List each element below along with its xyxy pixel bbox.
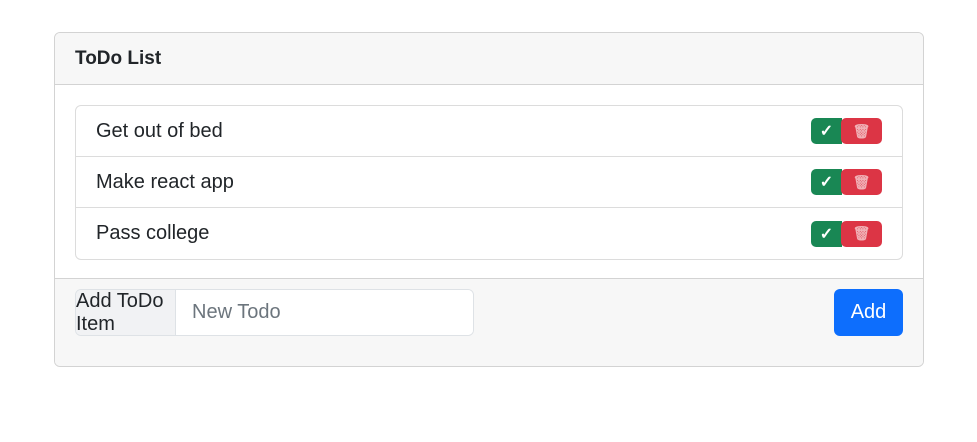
card-body: Get out of bed ✓ 🗑 Make react app ✓ 🗑 Pa… — [55, 85, 923, 279]
todo-list: Get out of bed ✓ 🗑 Make react app ✓ 🗑 Pa… — [75, 105, 903, 260]
add-todo-input-group: Add ToDo Item — [75, 289, 474, 336]
add-todo-label: Add ToDo Item — [76, 290, 176, 335]
todo-actions: ✓ 🗑 — [811, 220, 882, 247]
todo-text: Get out of bed — [96, 119, 223, 142]
new-todo-input[interactable] — [176, 290, 473, 335]
trash-icon: 🗑 — [852, 225, 871, 241]
check-icon: ✓ — [819, 174, 834, 191]
todo-text: Make react app — [96, 170, 234, 193]
list-item: Pass college ✓ 🗑 — [76, 208, 902, 259]
check-icon: ✓ — [819, 225, 834, 243]
delete-button[interactable]: 🗑 — [841, 220, 882, 247]
complete-button[interactable]: ✓ — [811, 118, 842, 144]
card-title: ToDo List — [75, 47, 162, 69]
delete-button[interactable]: 🗑 — [841, 118, 882, 144]
list-item: Get out of bed ✓ 🗑 — [76, 106, 902, 157]
delete-button[interactable]: 🗑 — [841, 169, 882, 195]
list-item: Make react app ✓ 🗑 — [76, 157, 902, 208]
complete-button[interactable]: ✓ — [811, 220, 842, 247]
card-header: ToDo List — [55, 33, 923, 85]
complete-button[interactable]: ✓ — [811, 169, 842, 195]
card-footer: Add ToDo Item Add — [55, 278, 923, 366]
todo-actions: ✓ 🗑 — [811, 169, 882, 195]
todo-text: Pass college — [96, 222, 210, 244]
todo-card: ToDo List Get out of bed ✓ 🗑 Make react … — [54, 32, 924, 367]
trash-icon: 🗑 — [852, 173, 871, 190]
todo-actions: ✓ 🗑 — [811, 118, 882, 144]
trash-icon: 🗑 — [852, 122, 871, 139]
check-icon: ✓ — [819, 123, 834, 140]
add-button[interactable]: Add — [834, 289, 903, 336]
